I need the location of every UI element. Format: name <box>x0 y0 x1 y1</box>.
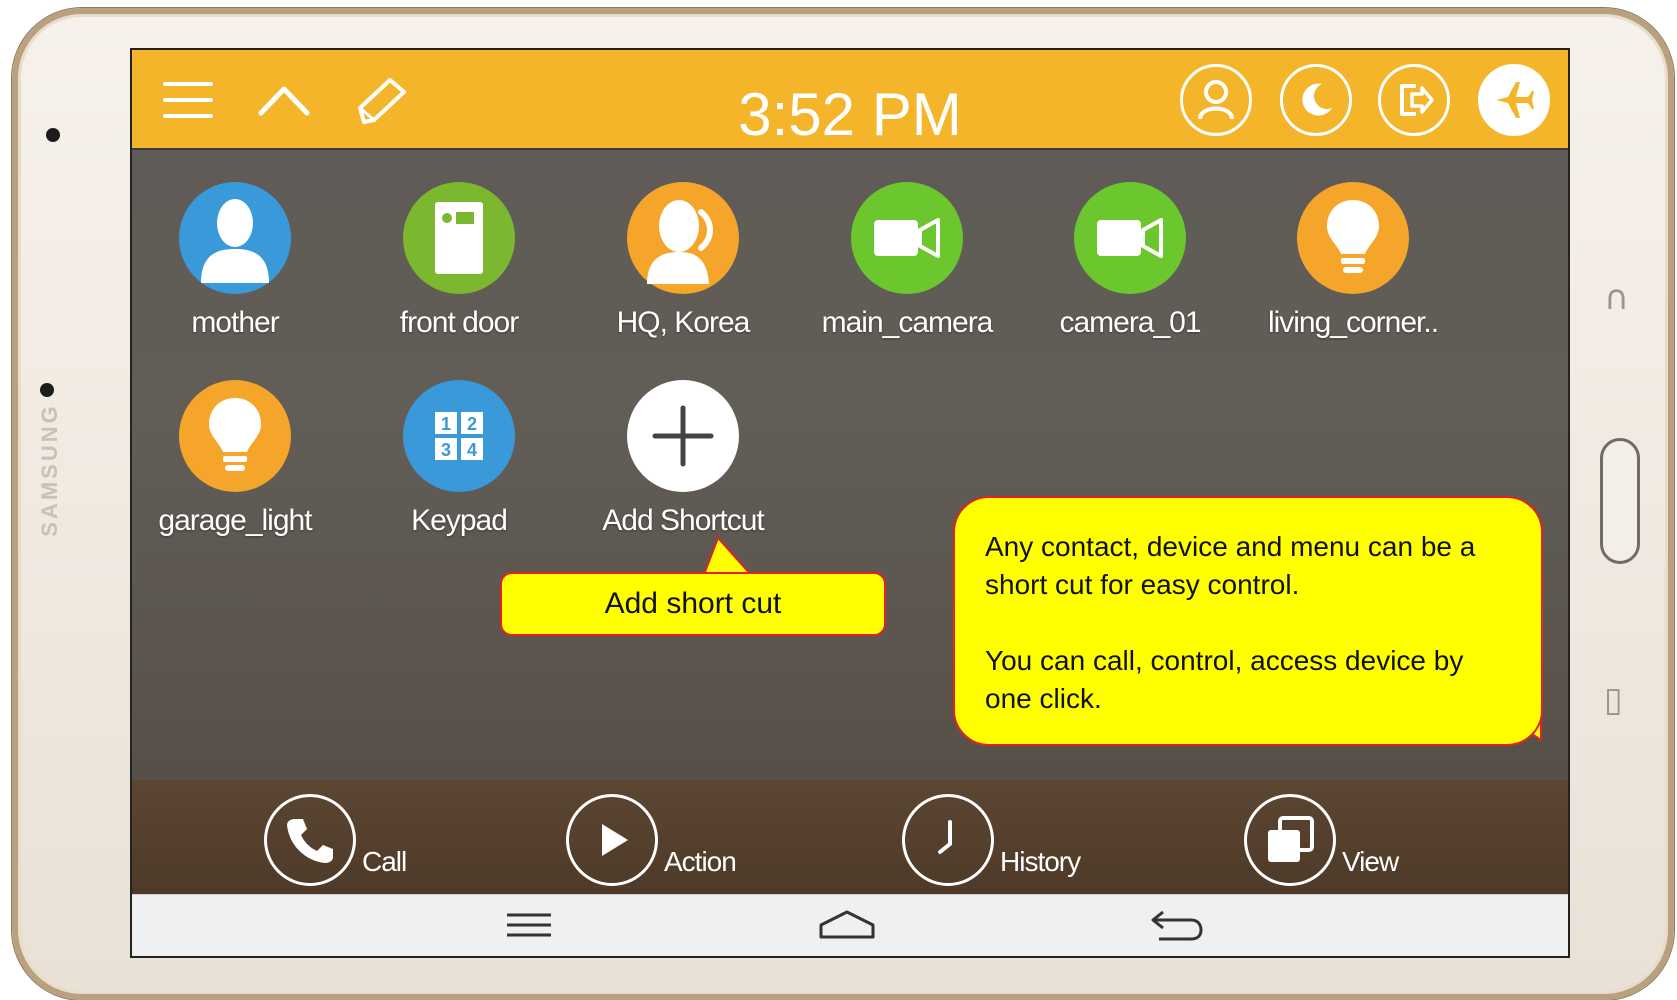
front-camera <box>46 128 60 142</box>
view-label: View <box>1342 846 1399 877</box>
phone-person-icon <box>627 182 739 294</box>
exit-icon[interactable] <box>1378 64 1450 136</box>
add-shortcut-button[interactable]: Add Shortcut <box>568 380 798 538</box>
shortcut-living-corner[interactable]: living_corner.. <box>1238 182 1468 340</box>
profile-icon[interactable] <box>1180 64 1252 136</box>
system-nav-bar <box>132 894 1568 956</box>
shortcut-garage-light[interactable]: garage_light <box>132 380 350 538</box>
call-label: Call <box>362 846 407 877</box>
clock-icon <box>902 794 994 886</box>
callout-text: You can call, control, access device by … <box>985 645 1464 714</box>
shortcut-label: front door <box>399 306 519 339</box>
shortcut-main-camera[interactable]: main_camera <box>792 182 1022 340</box>
keypad-icon: 1 2 3 4 <box>403 380 515 492</box>
shortcut-keypad[interactable]: 1 2 3 4 Keypad <box>344 380 574 538</box>
light-sensor <box>40 383 54 397</box>
action-button[interactable]: Action <box>566 790 737 886</box>
keypad-key: 3 <box>441 440 451 460</box>
play-icon <box>566 794 658 886</box>
shortcut-label: garage_light <box>158 504 312 537</box>
shortcut-front-door[interactable]: front door <box>344 182 574 340</box>
shortcut-camera-01[interactable]: camera_01 <box>1015 182 1245 340</box>
person-icon <box>179 182 291 294</box>
call-button[interactable]: Call <box>264 790 407 886</box>
home-icon[interactable] <box>812 905 882 945</box>
history-button[interactable]: History <box>902 790 1081 886</box>
door-icon <box>403 182 515 294</box>
shortcut-label: mother <box>191 306 279 339</box>
shortcut-label: HQ, Korea <box>616 306 751 339</box>
camera-icon <box>851 182 963 294</box>
hardware-home-button[interactable] <box>1600 438 1640 564</box>
shortcut-label: main_camera <box>821 306 994 339</box>
shortcut-label: Add Shortcut <box>602 504 764 537</box>
shortcut-label: living_corner.. <box>1267 306 1439 339</box>
back-icon[interactable] <box>1142 905 1212 945</box>
clock: 3:52 PM <box>738 81 962 148</box>
keypad-key: 4 <box>467 440 477 460</box>
back-key-icon: ▯ <box>1604 680 1623 720</box>
keypad-key: 2 <box>467 414 477 434</box>
airplane-icon[interactable] <box>1478 64 1550 136</box>
phone-icon <box>264 794 356 886</box>
plus-icon <box>627 380 739 492</box>
camera-icon <box>1074 182 1186 294</box>
view-icon <box>1244 794 1336 886</box>
recent-apps-icon[interactable] <box>494 905 564 945</box>
shortcut-label: Keypad <box>411 504 508 537</box>
callout-text: Any contact, device and menu can be a sh… <box>985 531 1476 600</box>
shortcut-label: camera_01 <box>1059 306 1201 339</box>
history-label: History <box>1000 846 1081 877</box>
bulb-icon <box>179 380 291 492</box>
callout-add-shortcut: Add short cut <box>500 572 886 636</box>
callout-info: Any contact, device and menu can be a sh… <box>953 496 1543 746</box>
bulb-icon <box>1297 182 1409 294</box>
bottom-action-bar: Call Action History View <box>132 780 1568 894</box>
recent-key-icon: ∩ <box>1604 278 1629 318</box>
brand-logo: SAMSUNG <box>37 403 62 537</box>
action-label: Action <box>664 846 737 877</box>
shortcut-hq-korea[interactable]: HQ, Korea <box>568 182 798 340</box>
status-bar: 3:52 PM <box>132 50 1568 150</box>
shortcut-mother[interactable]: mother <box>132 182 350 340</box>
keypad-key: 1 <box>441 414 451 434</box>
moon-icon[interactable] <box>1280 64 1352 136</box>
view-button[interactable]: View <box>1244 790 1399 886</box>
